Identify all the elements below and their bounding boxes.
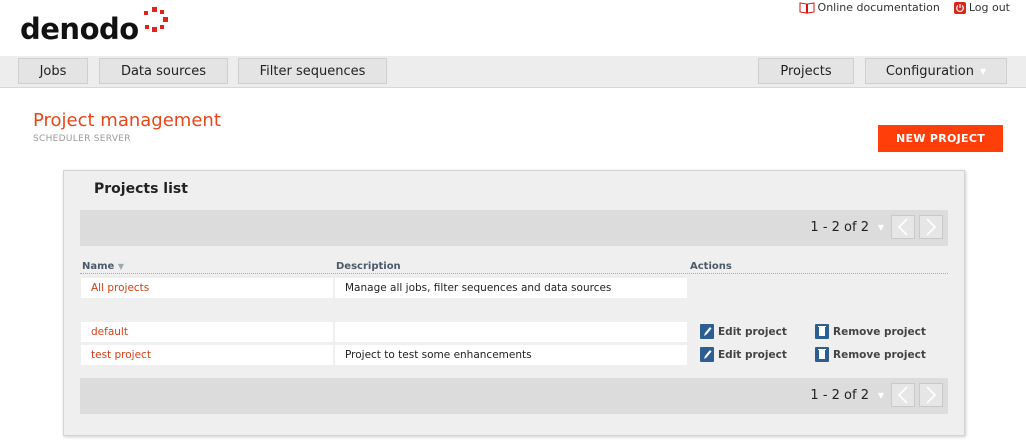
pager-top-dropdown-icon[interactable]: ▼ — [878, 223, 884, 232]
pager-top-text: 1 - 2 of 2 — [810, 220, 869, 235]
denodo-logo: denodo — [20, 12, 139, 46]
chevron-right-icon — [926, 218, 937, 236]
pager-bottom-next-button[interactable] — [919, 383, 943, 407]
online-documentation-label: Online documentation — [817, 1, 940, 14]
pager-bottom-dropdown-icon[interactable]: ▼ — [878, 391, 884, 400]
project-name-default[interactable]: default — [81, 322, 333, 342]
nav-projects-label: Projects — [780, 63, 832, 79]
nav-configuration[interactable]: Configuration ▼ — [865, 58, 1007, 84]
nav-data-sources-label: Data sources — [120, 63, 207, 79]
new-project-button[interactable]: NEW PROJECT — [878, 125, 1003, 152]
page-title: Project management — [33, 110, 221, 131]
edit-project-label: Edit project — [718, 348, 787, 361]
chevron-left-icon — [897, 386, 908, 404]
project-description-test-project: Project to test some enhancements — [335, 345, 687, 365]
nav-data-sources[interactable]: Data sources — [99, 58, 228, 84]
main-nav: Jobs Data sources Filter sequences Proje… — [0, 56, 1026, 88]
nav-filter-sequences-label: Filter sequences — [259, 63, 366, 79]
pager-top: 1 - 2 of 2 ▼ — [80, 210, 948, 246]
page-subtitle: SCHEDULER SERVER — [33, 134, 131, 144]
projects-panel: Projects list 1 - 2 of 2 ▼ Name ▼ Descri… — [63, 170, 965, 436]
pager-top-next-button[interactable] — [919, 215, 943, 239]
column-header-actions: Actions — [690, 261, 732, 272]
pager-top-prev-button[interactable] — [891, 215, 915, 239]
nav-filter-sequences[interactable]: Filter sequences — [238, 58, 387, 84]
edit-project-label: Edit project — [718, 325, 787, 338]
edit-icon — [700, 347, 714, 362]
remove-project-label: Remove project — [833, 325, 926, 338]
online-documentation-link[interactable]: Online documentation — [799, 1, 940, 14]
pager-bottom-text: 1 - 2 of 2 — [810, 388, 869, 403]
trash-icon — [815, 347, 829, 362]
column-header-description: Description — [336, 261, 401, 272]
sort-down-icon: ▼ — [117, 262, 124, 271]
remove-project-button-test-project[interactable]: Remove project — [815, 347, 926, 362]
pager-bottom: 1 - 2 of 2 ▼ — [80, 378, 948, 414]
nav-jobs-label: Jobs — [39, 63, 67, 79]
nav-configuration-label: Configuration — [885, 63, 974, 79]
all-projects-description: Manage all jobs, filter sequences and da… — [335, 278, 687, 298]
header-divider — [80, 273, 948, 274]
remove-project-label: Remove project — [833, 348, 926, 361]
nav-jobs[interactable]: Jobs — [18, 58, 88, 84]
trash-icon — [815, 324, 829, 339]
all-projects-link[interactable]: All projects — [81, 278, 333, 298]
column-header-name-label: Name — [82, 261, 115, 272]
logout-label: Log out — [968, 1, 1010, 14]
logout-link[interactable]: Log out — [953, 1, 1010, 14]
edit-project-button-test-project[interactable]: Edit project — [700, 347, 787, 362]
remove-project-button-default[interactable]: Remove project — [815, 324, 926, 339]
chevron-left-icon — [897, 218, 908, 236]
panel-title: Projects list — [94, 181, 188, 197]
project-name-test-project[interactable]: test project — [81, 345, 333, 365]
project-description-default — [335, 322, 687, 342]
edit-icon — [700, 324, 714, 339]
top-bar: denodo Online documentation Log out — [0, 0, 1026, 56]
pager-bottom-prev-button[interactable] — [891, 383, 915, 407]
chevron-down-icon: ▼ — [980, 66, 987, 76]
chevron-right-icon — [926, 386, 937, 404]
logo-dots-icon — [144, 7, 168, 32]
book-icon — [799, 1, 815, 14]
power-icon — [953, 1, 966, 14]
edit-project-button-default[interactable]: Edit project — [700, 324, 787, 339]
nav-projects[interactable]: Projects — [758, 58, 854, 84]
column-header-name[interactable]: Name ▼ — [82, 261, 124, 272]
